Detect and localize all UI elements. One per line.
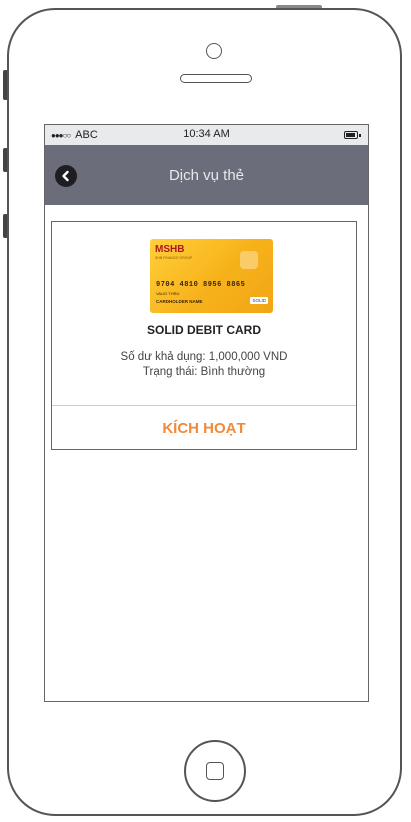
bank-logo: MSHB	[155, 244, 185, 255]
card-panel: MSHB SHB FINANCE GROUP 9704 4810 8956 88…	[51, 221, 357, 450]
home-button[interactable]	[184, 740, 246, 802]
bank-logo-subtitle: SHB FINANCE GROUP	[155, 256, 193, 260]
battery-icon	[344, 131, 361, 139]
page-title: Dịch vụ thẻ	[168, 166, 245, 184]
status-bar: ●●●○○ ABC 10:34 AM	[45, 125, 368, 145]
app-screen: ●●●○○ ABC 10:34 AM Dịch vụ thẻ MSHB SHB …	[44, 124, 369, 702]
card-number: 9704 4810 8956 8865	[156, 281, 246, 289]
back-button[interactable]	[55, 165, 77, 187]
card-holder-name: CARDHOLDER NAME	[156, 299, 203, 304]
card-chip-graphic	[240, 251, 258, 269]
card-brand-logo: SOLID	[250, 297, 268, 304]
nav-bar: Dịch vụ thẻ	[45, 145, 368, 205]
card-valid-thru: VALID THRU	[156, 291, 180, 296]
card-balance: Số dư khả dụng: 1,000,000 VND	[120, 351, 288, 363]
status-time: 10:34 AM	[183, 128, 230, 140]
home-square-icon	[206, 762, 224, 780]
chevron-left-circle-icon	[62, 170, 69, 182]
activate-button[interactable]: KÍCH HOẠT	[52, 406, 356, 450]
front-camera	[206, 43, 222, 59]
debit-card-image: MSHB SHB FINANCE GROUP 9704 4810 8956 88…	[150, 239, 273, 313]
card-status: Trạng thái: Bình thường	[142, 366, 266, 378]
card-name: SOLID DEBIT CARD	[147, 323, 261, 337]
earpiece-speaker	[180, 74, 252, 83]
